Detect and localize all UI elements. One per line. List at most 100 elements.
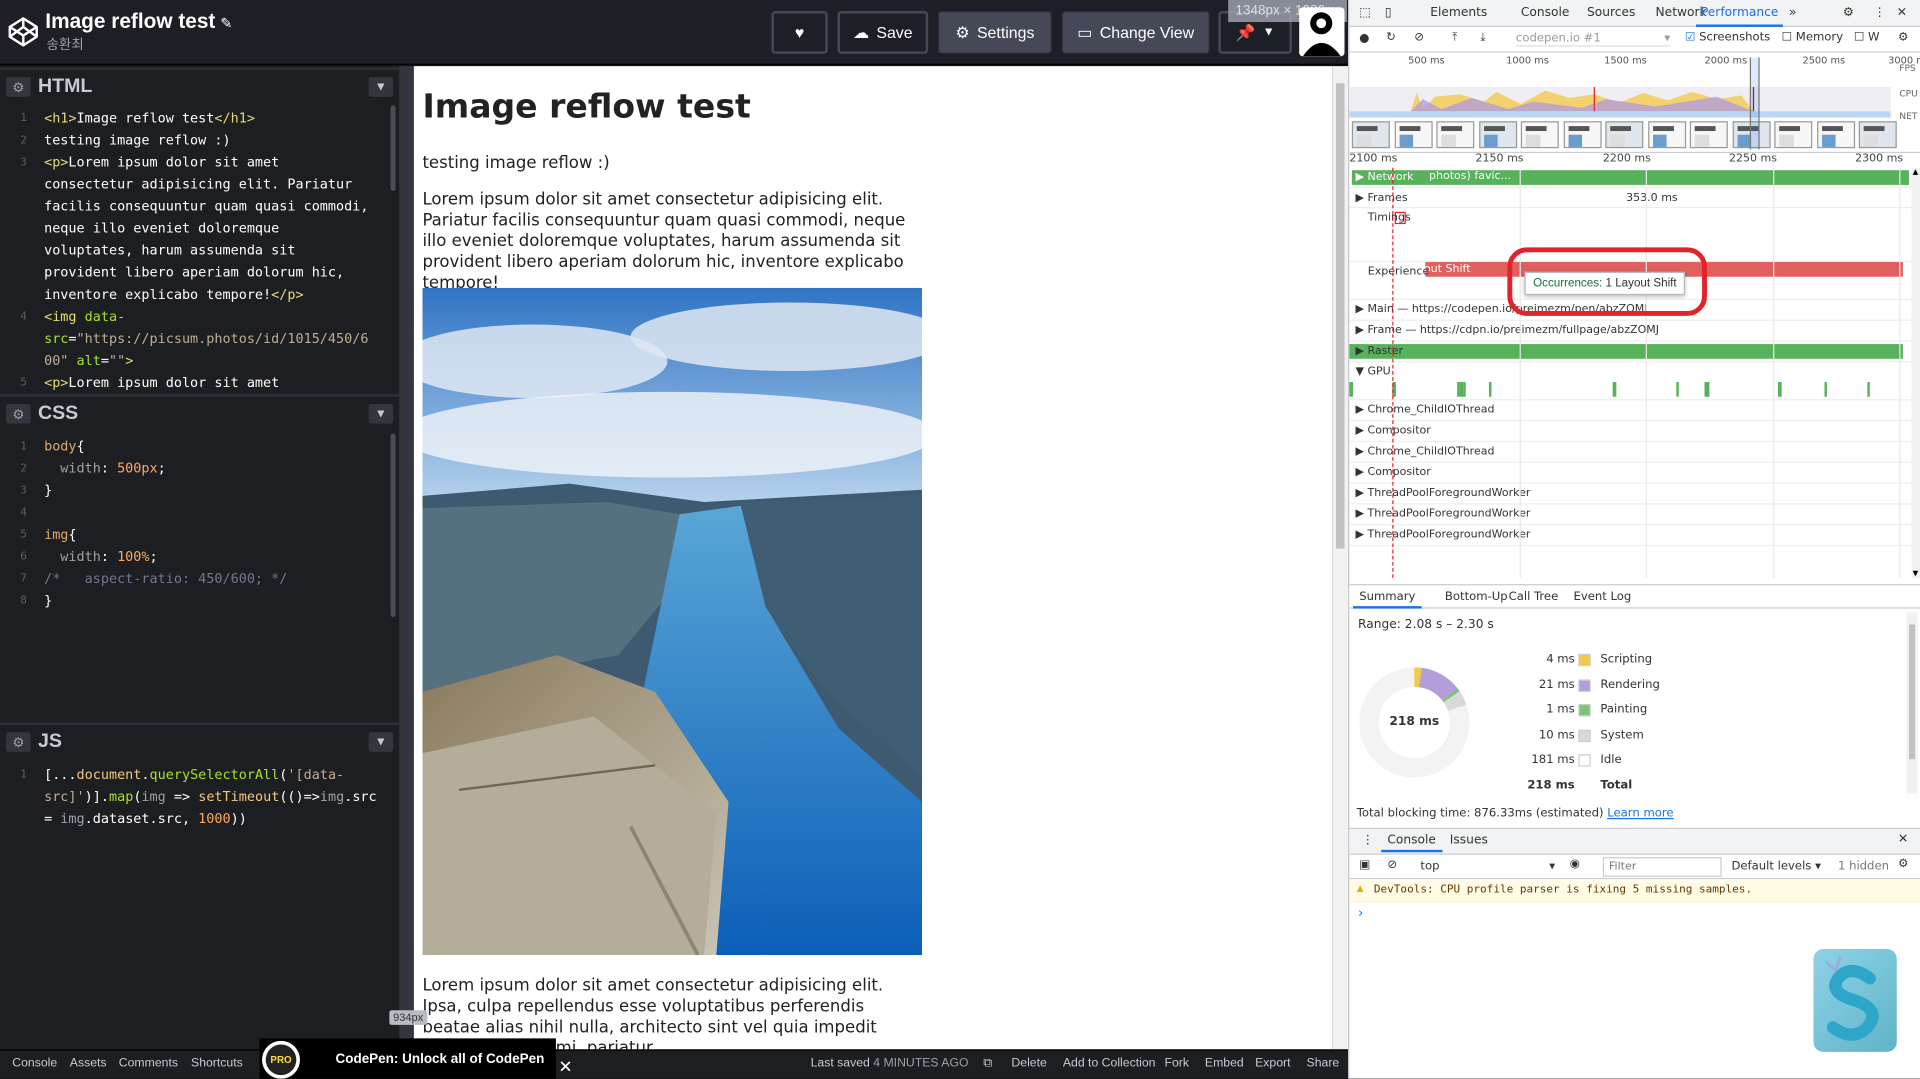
reload-record-icon[interactable]: ↻ [1386,31,1396,44]
screenshot-thumbnail[interactable] [1520,121,1559,149]
timeline-track[interactable]: ▶ ThreadPoolForegroundWorker [1349,484,1912,505]
external-link-icon[interactable]: ⧉ [983,1057,992,1070]
tab-sources[interactable]: Sources [1587,6,1635,19]
devtools-menu-icon[interactable]: ⋮ [1873,6,1885,19]
inspect-element-icon[interactable]: ⬚ [1359,6,1371,19]
console-prompt-chevron-icon[interactable]: › [1358,905,1363,921]
summary-scrollbar[interactable] [1906,612,1918,794]
css-settings-gear-icon[interactable]: ⚙ [6,404,31,424]
timeline-track[interactable]: ▶ Compositor [1349,463,1912,484]
css-pane-chevron-down-icon[interactable]: ▼ [368,404,394,424]
footer-embed-button[interactable]: Embed [1205,1057,1244,1070]
js-settings-gear-icon[interactable]: ⚙ [6,732,31,752]
screenshot-thumbnail[interactable] [1647,121,1686,149]
screenshot-thumbnail[interactable] [1351,121,1390,149]
pen-owner[interactable]: 송환최 [47,34,84,54]
selection-window[interactable] [1749,57,1760,150]
timeline-track[interactable]: photos) favic... ▶ Network [1349,168,1912,189]
resize-divider[interactable] [399,66,414,1050]
screenshot-thumbnail[interactable] [1689,121,1728,149]
save-button[interactable]: ☁ Save [837,11,929,54]
timeline-track[interactable]: ▶ Frame — https://cdpn.io/preimezm/fullp… [1349,321,1912,342]
preview-scrollbar[interactable] [1332,66,1349,1050]
html-editor[interactable]: 1 <h1>Image reflow test</h1> 2 testing imag… [0,107,400,392]
settings-button[interactable]: ⚙ Settings [937,11,1052,54]
footer-assets-button[interactable]: Assets [70,1057,107,1070]
tab-event-log[interactable]: Event Log [1573,590,1631,603]
codepen-logo-icon[interactable] [7,16,39,48]
screenshot-thumbnail[interactable] [1816,121,1855,149]
js-pane-chevron-down-icon[interactable]: ▼ [368,732,394,752]
live-expression-eye-icon[interactable]: ◉ [1570,857,1580,870]
learn-more-link[interactable]: Learn more [1607,807,1673,820]
css-editor-scrollbar[interactable] [390,433,396,618]
console-settings-gear-icon[interactable]: ⚙ [1898,857,1908,870]
tab-call-tree[interactable]: Call Tree [1509,590,1559,603]
screenshots-checkbox[interactable]: ☑ Screenshots [1685,31,1770,44]
pencil-icon[interactable]: ✎ [220,15,232,32]
timeline-track[interactable]: 353.0 ms ▶ Frames [1349,189,1912,209]
pro-promo-banner[interactable]: PRO CodePen: Unlock all of CodePen [259,1038,556,1079]
console-clear-icon[interactable]: ⊘ [1387,858,1397,871]
screenshot-thumbnail[interactable] [1774,121,1813,149]
timeline-overview[interactable]: 500 ms 1000 ms 1500 ms 2000 ms 2500 ms 3000 r… [1349,52,1920,154]
clear-icon[interactable]: ⊘ [1414,31,1424,44]
love-button[interactable]: ♥ [771,11,828,54]
tab-console[interactable]: Console [1521,6,1570,19]
timeline-track[interactable]: ▶ Raster [1349,342,1912,363]
footer-comments-button[interactable]: Comments [119,1057,178,1070]
preview-scrollbar-thumb[interactable] [1335,83,1345,549]
download-profile-icon[interactable]: ⤓ [1480,31,1485,44]
timeline-track[interactable]: ▶ ThreadPoolForegroundWorker [1349,504,1912,526]
screenshot-thumbnail[interactable] [1478,121,1517,149]
timeline-track[interactable]: ▶ ThreadPoolForegroundWorker [1349,525,1912,547]
upload-profile-icon[interactable]: ⤒ [1452,31,1457,44]
footer-add-to-collection-button[interactable]: Add to Collection [1063,1057,1156,1070]
drawer-close-icon[interactable]: ✕ [1898,833,1908,846]
html-settings-gear-icon[interactable]: ⚙ [6,77,31,97]
devtools-close-icon[interactable]: ✕ [1897,6,1907,19]
promo-close-icon[interactable]: ✕ [558,1057,572,1078]
log-levels-select[interactable]: Default levels ▾ [1731,860,1820,873]
context-select[interactable]: top ▾ [1420,860,1555,873]
footer-console-button[interactable]: Console [12,1057,57,1070]
footer-fork-button[interactable]: Fork [1164,1057,1188,1070]
screenshot-thumbnail[interactable] [1436,121,1475,149]
capture-settings-gear-icon[interactable]: ⚙ [1898,31,1908,44]
tab-elements[interactable]: Elements [1430,6,1487,19]
tab-summary[interactable]: Summary [1353,590,1422,609]
timeline-track[interactable]: ▶ Chrome_ChildIOThread [1349,400,1912,422]
footer-delete-button[interactable]: Delete [1011,1057,1046,1070]
timeline-track[interactable]: ▶ Chrome_ChildIOThread [1349,442,1912,463]
screenshot-thumbnail[interactable] [1605,121,1644,149]
tab-network[interactable]: Network [1656,6,1707,19]
css-editor[interactable]: 1 body{2 width: 500px; 3} 4 5 img{6 width: 10… [0,435,400,721]
web-vitals-checkbox[interactable]: ☐ W [1854,31,1880,44]
flame-chart-scrollbar[interactable]: ▲ ▼ [1911,167,1920,578]
footer-share-button[interactable]: Share [1307,1057,1340,1070]
tab-performance[interactable]: Performance [1695,6,1784,27]
timeline-track[interactable]: ▼ GPU [1349,362,1912,401]
screenshot-thumbnail[interactable] [1858,121,1897,149]
drawer-tab-console[interactable]: Console [1381,834,1442,853]
drawer-tab-issues[interactable]: Issues [1450,834,1488,847]
change-view-button[interactable]: ▭ Change View [1061,11,1210,54]
footer-export-button[interactable]: Export [1255,1057,1290,1070]
timeline-track[interactable]: ▶ Compositor [1349,421,1912,443]
pen-title[interactable]: Image reflow test ✎ [45,10,232,34]
more-tabs-icon[interactable]: » [1789,6,1797,19]
console-filter-input[interactable] [1602,857,1722,877]
user-avatar[interactable] [1299,7,1345,57]
html-pane-chevron-down-icon[interactable]: ▼ [368,77,394,97]
record-icon[interactable]: ● [1359,32,1369,45]
js-editor[interactable]: 1 [...document.querySelectorAll('[data-sr… [0,764,400,1049]
html-editor-scrollbar[interactable] [390,105,396,192]
device-toggle-icon[interactable]: ▯ [1385,6,1392,19]
memory-checkbox[interactable]: ☐ Memory [1782,31,1843,44]
screenshot-thumbnail[interactable] [1563,121,1602,149]
footer-shortcuts-button[interactable]: Shortcuts [191,1057,243,1070]
console-sidebar-icon[interactable]: ▣ [1359,858,1370,871]
drawer-menu-icon[interactable]: ⋮ [1362,834,1374,847]
screenshot-thumbnail[interactable] [1394,121,1433,149]
tab-bottom-up[interactable]: Bottom-Up [1445,590,1508,603]
